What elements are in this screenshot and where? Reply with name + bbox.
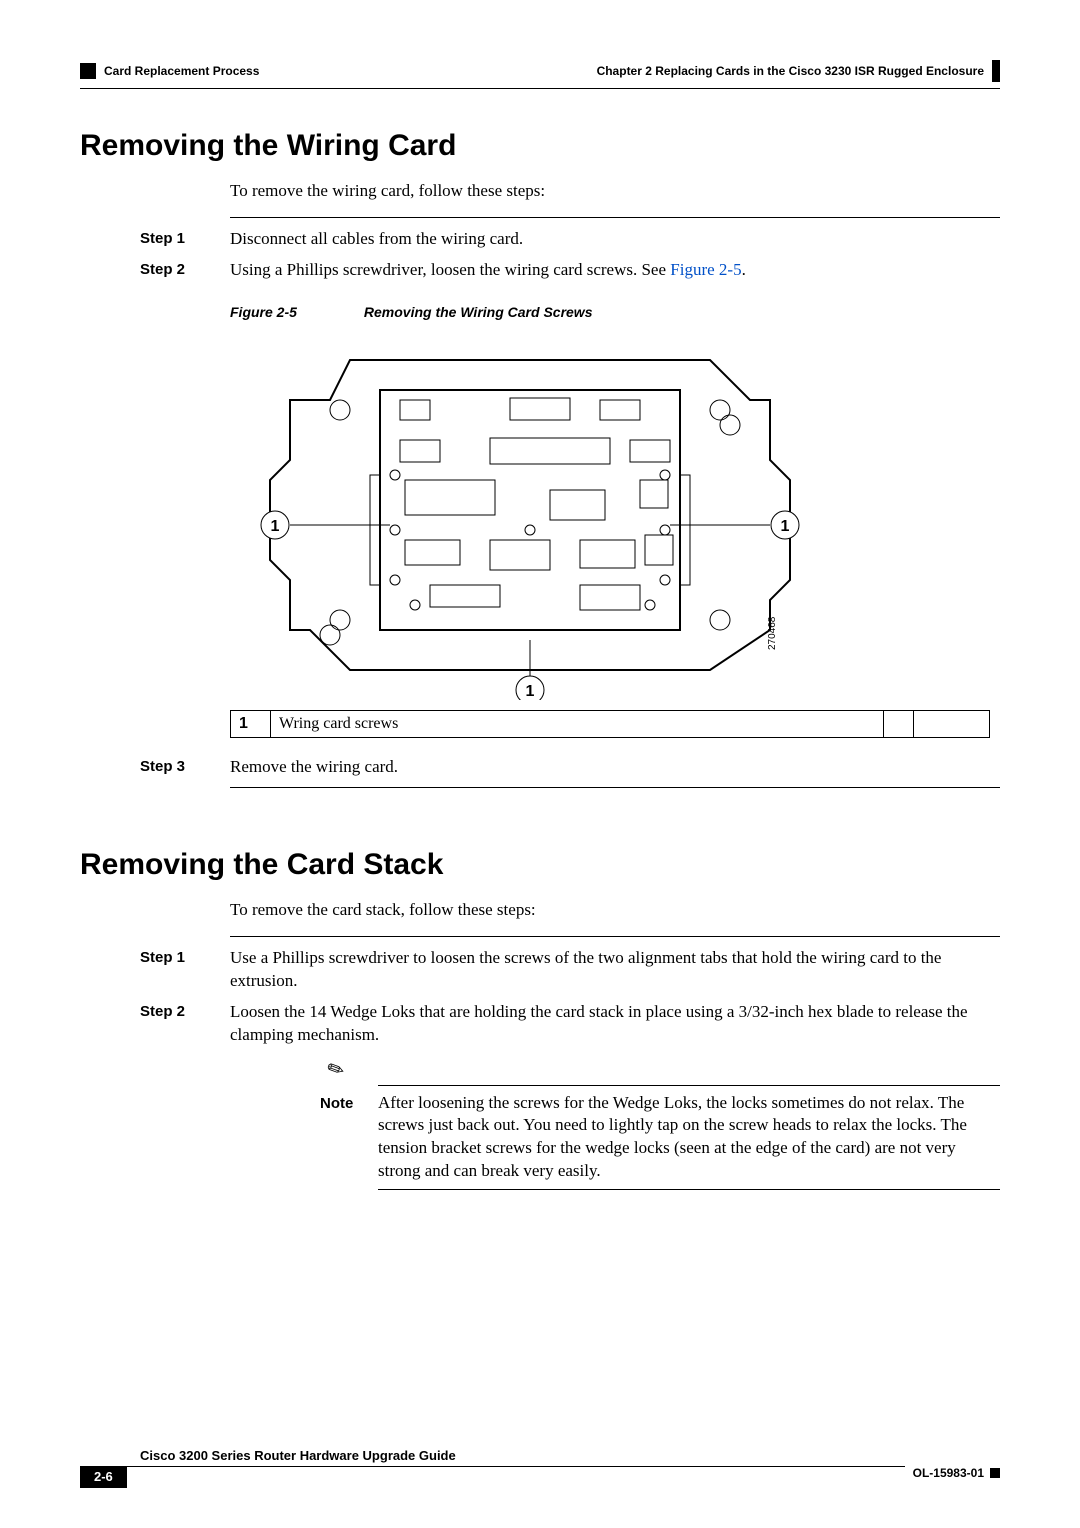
step-label: Step 2	[140, 259, 230, 282]
footer-square-icon	[990, 1468, 1000, 1478]
figure-diagram: 1 1 1 270468	[230, 330, 830, 700]
step-label: Step 1	[140, 947, 230, 993]
step-text-pre: Using a Phillips screwdriver, loosen the…	[230, 260, 670, 279]
figure-title: Removing the Wiring Card Screws	[364, 304, 593, 320]
header-chapter: Chapter 2 Replacing Cards in the Cisco 3…	[597, 64, 984, 78]
svg-text:1: 1	[526, 683, 535, 700]
callout-num: 1	[231, 710, 271, 737]
callout-desc: Wring card screws	[271, 710, 884, 737]
step-row: Step 2 Loosen the 14 Wedge Loks that are…	[140, 1001, 1000, 1197]
heading-removing-card-stack: Removing the Card Stack	[80, 848, 1000, 882]
figure-number: Figure 2-5	[230, 304, 360, 320]
steps-removing-card-stack: Step 1 Use a Phillips screwdriver to loo…	[140, 936, 1000, 1196]
header-section: Card Replacement Process	[104, 64, 259, 78]
steps-continued: Step 3 Remove the wiring card.	[140, 756, 1000, 788]
svg-text:270468: 270468	[767, 616, 778, 650]
footer-rule	[127, 1466, 905, 1488]
step-text: Use a Phillips screwdriver to loosen the…	[230, 947, 1000, 993]
page-number-badge: 2-6	[80, 1466, 127, 1488]
step-row: Step 1 Disconnect all cables from the wi…	[140, 228, 1000, 251]
step-text-post: .	[742, 260, 746, 279]
document-id: OL-15983-01	[913, 1466, 984, 1480]
step-text: Disconnect all cables from the wiring ca…	[230, 228, 1000, 251]
intro-text: To remove the wiring card, follow these …	[230, 181, 1000, 201]
step-label: Step 1	[140, 228, 230, 251]
wiring-card-diagram-svg: 1 1 1 270468	[230, 330, 830, 700]
heading-removing-wiring-card: Removing the Wiring Card	[80, 129, 1000, 163]
svg-text:1: 1	[781, 518, 790, 535]
svg-text:1: 1	[271, 518, 280, 535]
callout-empty	[913, 710, 989, 737]
step-text: Loosen the 14 Wedge Loks that are holdin…	[230, 1001, 1000, 1197]
intro-text: To remove the card stack, follow these s…	[230, 900, 1000, 920]
steps-top-rule	[230, 217, 1000, 218]
steps-bottom-rule	[230, 787, 1000, 788]
step-row: Step 2 Using a Phillips screwdriver, loo…	[140, 259, 1000, 282]
steps-top-rule	[230, 936, 1000, 937]
page-footer: Cisco 3200 Series Router Hardware Upgrad…	[0, 1448, 1080, 1488]
step-row: Step 3 Remove the wiring card.	[140, 756, 1000, 779]
step-text: Using a Phillips screwdriver, loosen the…	[230, 259, 1000, 282]
steps-removing-wiring-card: Step 1 Disconnect all cables from the wi…	[140, 217, 1000, 282]
page-header: Card Replacement Process Chapter 2 Repla…	[80, 60, 1000, 82]
step-row: Step 1 Use a Phillips screwdriver to loo…	[140, 947, 1000, 993]
header-rule	[80, 88, 1000, 89]
pencil-icon: ✎	[323, 1054, 350, 1086]
note-bottom-rule	[378, 1189, 1000, 1190]
header-bar-icon	[992, 60, 1000, 82]
callout-table: 1 Wring card screws	[230, 710, 990, 738]
note-label: Note	[320, 1092, 378, 1184]
footer-book-title: Cisco 3200 Series Router Hardware Upgrad…	[140, 1448, 1000, 1463]
note-top-rule	[378, 1085, 1000, 1086]
step-text: Remove the wiring card.	[230, 756, 1000, 779]
header-square-icon	[80, 63, 96, 79]
figure-reference-link[interactable]: Figure 2-5	[670, 260, 741, 279]
step-text-content: Loosen the 14 Wedge Loks that are holdin…	[230, 1002, 968, 1044]
callout-empty	[883, 710, 913, 737]
step-label: Step 2	[140, 1001, 230, 1197]
note-text: After loosening the screws for the Wedge…	[378, 1092, 1000, 1184]
step-label: Step 3	[140, 756, 230, 779]
note-block: ✎ Note After loosening the screws for th…	[320, 1057, 1000, 1191]
figure-caption: Figure 2-5 Removing the Wiring Card Scre…	[230, 304, 1000, 320]
